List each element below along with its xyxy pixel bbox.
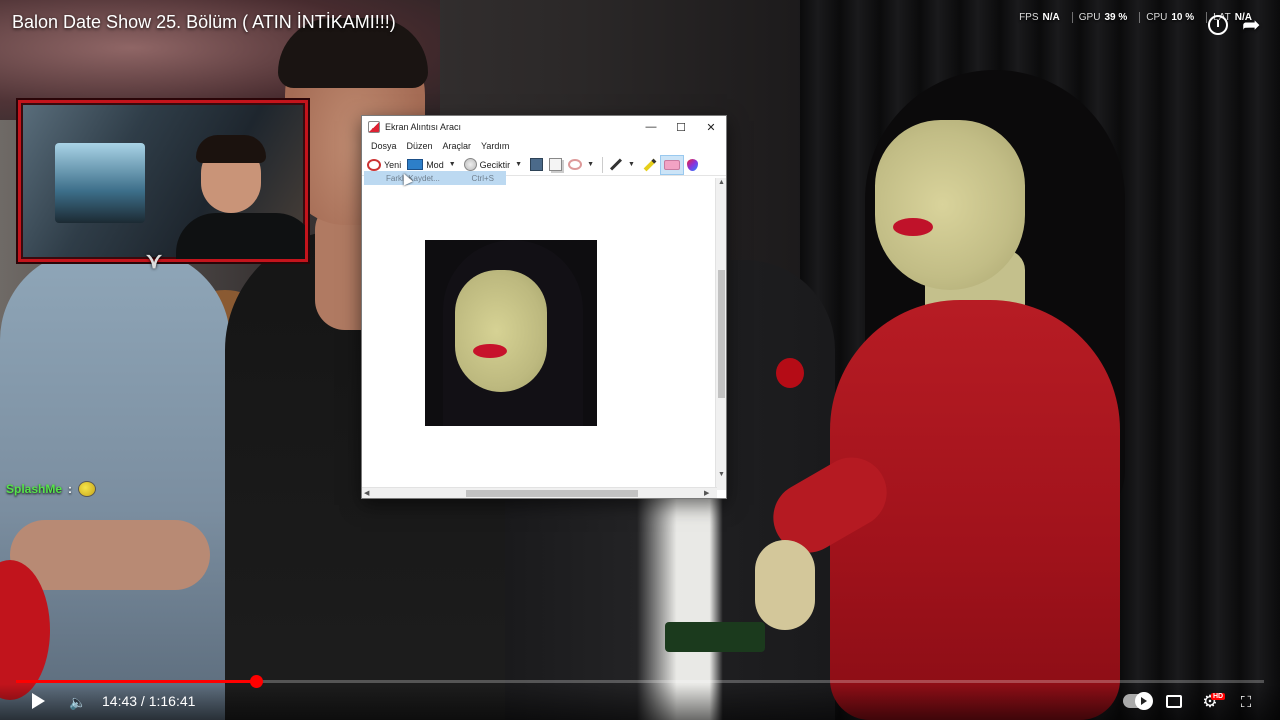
delay-clock-icon	[463, 158, 477, 171]
time-display: 14:43 / 1:16:41	[102, 693, 195, 709]
duration: 1:16:41	[148, 693, 196, 709]
webcam-streamer-hair	[196, 135, 266, 163]
scroll-down-icon[interactable]: ▼	[718, 471, 725, 478]
perf-label: CPU	[1146, 12, 1168, 23]
chat-username: SplashMe	[6, 482, 63, 496]
dropdown-item-shortcut: Ctrl+S	[471, 173, 494, 183]
save-button[interactable]	[527, 155, 546, 175]
vertical-scrollbar[interactable]: ▲ ▼	[715, 178, 726, 490]
pen-icon	[610, 158, 623, 171]
scroll-up-icon[interactable]: ▲	[718, 179, 725, 186]
chevron-down-icon[interactable]: ▼	[585, 161, 596, 168]
chat-message: SplashMe :	[6, 481, 97, 497]
person-left-arm	[10, 520, 210, 590]
woman-face	[875, 120, 1025, 290]
snip-face	[455, 270, 547, 392]
share-icon[interactable]: ➦	[1242, 12, 1260, 38]
menu-file[interactable]: Dosya	[366, 141, 402, 151]
perf-label: GPU	[1078, 12, 1101, 23]
minimize-button[interactable]: —	[636, 116, 666, 138]
progress-scrubber[interactable]	[249, 675, 263, 688]
horizontal-scroll-thumb[interactable]	[466, 490, 638, 497]
scroll-left-icon[interactable]: ◀	[364, 489, 369, 497]
subtitles-icon[interactable]	[1166, 695, 1182, 708]
scroll-right-icon[interactable]: ▶	[704, 489, 709, 497]
delay-label: Geciktir	[479, 159, 511, 170]
menu-edit[interactable]: Düzen	[402, 141, 438, 151]
mode-label: Mod	[426, 159, 444, 170]
perf-label: FPS	[1019, 12, 1039, 23]
snip-lips	[473, 344, 507, 358]
window-title: Ekran Alıntısı Aracı	[385, 122, 462, 132]
perf-value: 10 %	[1171, 12, 1195, 23]
menu-bar: Dosya Düzen Araçlar Yardım	[362, 138, 726, 154]
perf-cpu: CPU 10 %	[1139, 12, 1200, 23]
volume-icon[interactable]: 🔈	[69, 694, 86, 710]
menu-help[interactable]: Yardım	[476, 141, 514, 151]
snipping-tool-titlebar[interactable]: Ekran Alıntısı Aracı — ☐ ✕	[362, 116, 726, 138]
play-icon[interactable]	[30, 692, 46, 710]
emote-icon	[78, 481, 97, 497]
highlighter-icon	[643, 158, 657, 171]
eraser-icon	[663, 159, 680, 170]
maximize-button[interactable]: ☐	[666, 116, 696, 138]
snip-canvas[interactable]	[363, 178, 717, 488]
time-separator: /	[137, 693, 149, 709]
send-snip-icon	[568, 159, 583, 170]
clock-icon[interactable]	[1208, 15, 1228, 35]
belt	[665, 622, 765, 652]
rose-boutonniere	[776, 358, 804, 388]
mode-icon	[407, 159, 424, 170]
perf-gpu: GPU 39 %	[1071, 12, 1133, 23]
captured-snip-image	[425, 240, 597, 426]
new-snip-icon	[367, 158, 381, 171]
autoplay-toggle[interactable]	[1123, 692, 1153, 710]
webcam-pc-case	[55, 143, 145, 223]
snipping-tool-app-icon	[368, 121, 380, 133]
chat-separator: :	[68, 482, 73, 496]
streamer-webcam	[18, 100, 308, 262]
new-snip-label: Yeni	[384, 159, 402, 170]
perf-value: N/A	[1042, 12, 1060, 23]
hd-badge: HD	[1211, 693, 1226, 700]
send-snip-button[interactable]: ▼	[565, 155, 599, 175]
horizontal-scrollbar[interactable]: ◀ ▶	[362, 487, 717, 498]
paint3d-button[interactable]	[684, 155, 701, 175]
chevron-down-icon[interactable]: ▼	[447, 161, 458, 168]
eraser-button[interactable]	[659, 154, 684, 175]
exit-fullscreen-icon[interactable]: ⛶	[1238, 694, 1254, 711]
player-controls: 🔈 14:43 / 1:16:41 ⚙ ⛶	[0, 684, 1280, 720]
dropdown-save-as-item[interactable]: Farklı Kaydet... Ctrl+S	[364, 171, 506, 185]
woman-lips	[893, 218, 933, 236]
highlighter-button[interactable]	[640, 155, 660, 175]
close-button[interactable]: ✕	[696, 116, 726, 138]
vertical-scroll-thumb[interactable]	[718, 270, 725, 398]
progress-fill	[16, 680, 256, 683]
video-title[interactable]: Balon Date Show 25. Bölüm ( ATIN İNTİKAM…	[12, 12, 396, 33]
toolbar-divider	[602, 156, 604, 173]
pen-button[interactable]: ▼	[606, 155, 640, 175]
streamer-logo-icon: ⋎	[146, 248, 163, 273]
woman-hand	[755, 540, 815, 630]
webcam-streamer-body	[176, 213, 305, 259]
current-time: 14:43	[102, 693, 138, 709]
menu-tools[interactable]: Araçlar	[438, 141, 477, 151]
snipping-tool-window[interactable]: Ekran Alıntısı Aracı — ☐ ✕ Dosya Düzen A…	[361, 115, 727, 499]
copy-icon	[549, 158, 563, 171]
video-player[interactable]: Balon Date Show 25. Bölüm ( ATIN İNTİKAM…	[0, 0, 1280, 720]
progress-bar[interactable]	[16, 675, 1264, 688]
copy-button[interactable]	[546, 155, 565, 175]
save-icon	[530, 158, 544, 171]
paint3d-icon	[686, 158, 698, 171]
perf-value: 39 %	[1104, 12, 1128, 23]
chevron-down-icon[interactable]: ▼	[626, 161, 637, 168]
perf-fps: FPS N/A	[1013, 12, 1066, 23]
chevron-down-icon[interactable]: ▼	[513, 161, 524, 168]
